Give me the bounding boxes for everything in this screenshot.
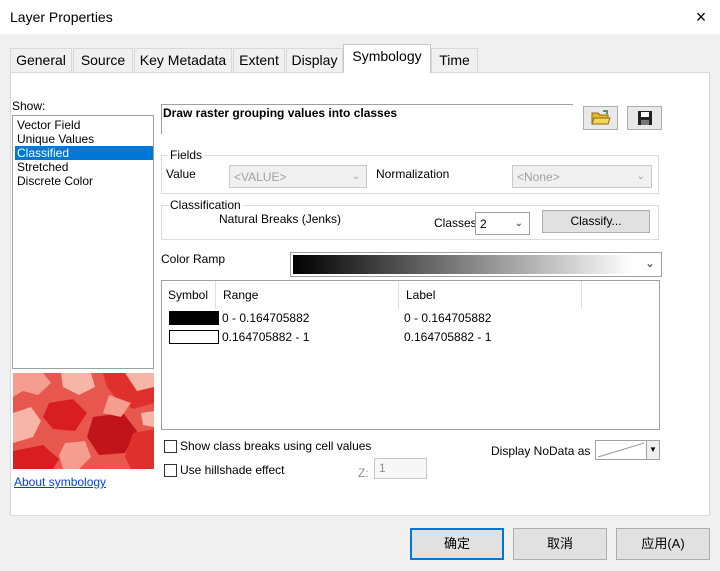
chevron-down-icon: ⌄ <box>636 171 645 182</box>
tab-symbology[interactable]: Symbology <box>343 44 431 73</box>
column-header-symbol[interactable]: Symbol <box>162 281 216 309</box>
classes-label: Classes <box>434 216 477 230</box>
tab-strip: General Source Key Metadata Extent Displ… <box>10 44 710 73</box>
class-label[interactable]: 0 - 0.164705882 <box>404 310 491 326</box>
class-range[interactable]: 0 - 0.164705882 <box>222 310 309 326</box>
about-symbology-link[interactable]: About symbology <box>14 475 106 489</box>
column-header-label[interactable]: Label <box>400 281 582 309</box>
chevron-down-icon: ⌄ <box>351 171 360 182</box>
show-class-breaks-label: Show class breaks using cell values <box>180 439 372 453</box>
show-item-stretched[interactable]: Stretched <box>15 160 153 174</box>
class-range[interactable]: 0.164705882 - 1 <box>222 329 309 345</box>
cancel-button[interactable]: 取消 <box>513 528 607 560</box>
tab-extent[interactable]: Extent <box>233 48 285 72</box>
value-field-selected: <VALUE> <box>234 170 287 184</box>
column-header-range[interactable]: Range <box>217 281 399 309</box>
classes-count-select[interactable]: 2 ⌄ <box>475 212 530 235</box>
class-symbol-swatch[interactable] <box>169 330 219 344</box>
window-title: Layer Properties <box>10 9 113 25</box>
nodata-label: Display NoData as <box>491 444 591 458</box>
value-label: Value <box>166 167 196 181</box>
class-symbol-swatch[interactable] <box>169 311 219 325</box>
value-field-select: <VALUE> ⌄ <box>229 165 367 188</box>
tab-key-metadata[interactable]: Key Metadata <box>134 48 232 72</box>
tab-display[interactable]: Display <box>286 48 343 72</box>
tab-time[interactable]: Time <box>431 48 478 72</box>
class-label[interactable]: 0.164705882 - 1 <box>404 329 491 345</box>
save-icon <box>637 111 652 125</box>
save-layer-file-button[interactable] <box>627 106 662 130</box>
color-ramp-label: Color Ramp <box>161 252 226 266</box>
class-table: Symbol Range Label 0 - 0.164705882 0 - 0… <box>161 280 660 430</box>
hillshade-label: Use hillshade effect <box>180 463 285 477</box>
apply-button[interactable]: 应用(A) <box>616 528 710 560</box>
fields-group-label: Fields <box>168 148 205 162</box>
nodata-color-swatch[interactable] <box>595 440 647 460</box>
open-layer-file-button[interactable] <box>583 106 618 130</box>
classes-count-value: 2 <box>480 217 487 231</box>
show-list[interactable]: Vector Field Unique Values Classified St… <box>12 115 154 369</box>
tab-general[interactable]: General <box>10 48 72 72</box>
show-item-discrete-color[interactable]: Discrete Color <box>15 174 153 188</box>
z-factor-input: 1 <box>374 458 427 479</box>
folder-open-icon <box>590 110 611 125</box>
z-label: Z: <box>358 466 369 480</box>
color-ramp-gradient <box>293 255 633 274</box>
show-label: Show: <box>12 99 46 113</box>
renderer-description: Draw raster grouping values into classes <box>163 106 398 120</box>
normalization-label: Normalization <box>376 167 450 181</box>
nodata-dropdown-arrow[interactable]: ▼ <box>646 440 660 460</box>
show-class-breaks-checkbox[interactable] <box>164 440 177 453</box>
show-item-classified[interactable]: Classified <box>15 146 153 160</box>
normalization-field-selected: <None> <box>517 170 560 184</box>
chevron-down-icon: ⌄ <box>644 256 655 270</box>
classification-method: Natural Breaks (Jenks) <box>219 212 342 226</box>
show-item-vector-field[interactable]: Vector Field <box>15 118 153 132</box>
chevron-down-icon: ⌄ <box>514 218 523 229</box>
tab-source[interactable]: Source <box>73 48 133 72</box>
show-item-unique-values[interactable]: Unique Values <box>15 132 153 146</box>
color-ramp-select[interactable]: ⌄ <box>290 252 662 277</box>
ok-button[interactable]: 确定 <box>410 528 504 560</box>
symbology-preview-image <box>13 373 154 469</box>
classify-button[interactable]: Classify... <box>542 210 650 233</box>
classification-group-label: Classification <box>168 198 243 212</box>
hillshade-checkbox[interactable] <box>164 464 177 477</box>
normalization-field-select: <None> ⌄ <box>512 165 652 188</box>
close-icon[interactable]: × <box>690 6 712 28</box>
